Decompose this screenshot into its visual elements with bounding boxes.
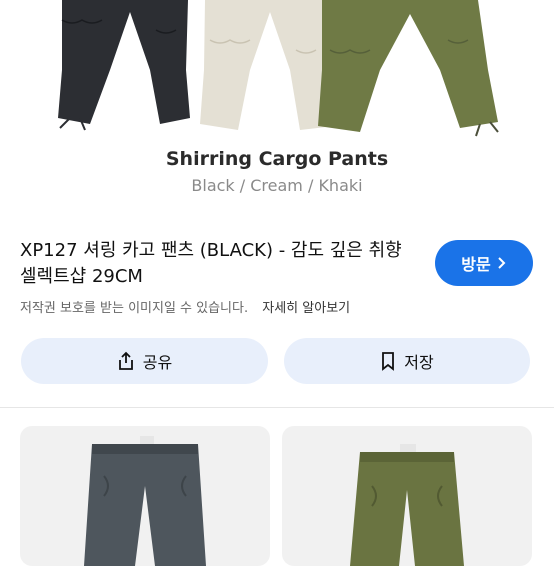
hero-subtitle: Black / Cream / Khaki xyxy=(191,176,363,195)
divider xyxy=(0,407,554,408)
bookmark-icon xyxy=(382,352,395,371)
khaki-pants-thumbnail xyxy=(350,444,464,566)
save-button[interactable]: 저장 xyxy=(284,338,530,384)
share-button[interactable]: 공유 xyxy=(21,338,268,384)
copyright-text: 저작권 보호를 받는 이미지일 수 있습니다. xyxy=(20,301,249,316)
learn-more-link[interactable]: 자세히 알아보기 xyxy=(262,301,350,316)
save-button-label: 저장 xyxy=(404,353,434,372)
hero-title: Shirring Cargo Pants xyxy=(165,148,389,170)
grey-pants-thumbnail xyxy=(84,436,206,566)
product-image[interactable]: Shirring Cargo Pants Black / Cream / Kha… xyxy=(0,0,554,212)
chevron-right-icon xyxy=(498,257,506,269)
related-image-card[interactable] xyxy=(20,426,270,566)
related-image-card[interactable] xyxy=(282,426,532,566)
share-button-label: 공유 xyxy=(142,353,173,372)
result-title[interactable]: XP127 셔링 카고 팬츠 (BLACK) - 감도 깊은 취향 셀렉트샵 2… xyxy=(20,238,420,290)
visit-button[interactable]: 방문 xyxy=(435,240,533,286)
visit-button-label: 방문 xyxy=(461,255,491,274)
copyright-notice: 저작권 보호를 받는 이미지일 수 있습니다. 자세히 알아보기 xyxy=(20,297,350,316)
share-icon xyxy=(118,351,133,370)
pants-illustration xyxy=(58,0,499,137)
